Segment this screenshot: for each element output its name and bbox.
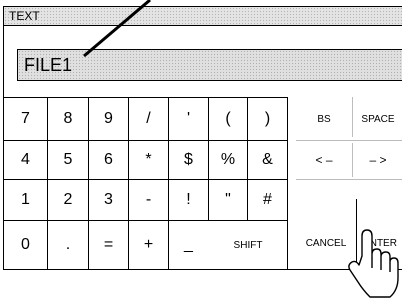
key-ampersand[interactable]: &: [248, 141, 287, 179]
key-double-quote[interactable]: ": [209, 180, 247, 220]
key-exclamation[interactable]: !: [169, 180, 208, 220]
key-plus[interactable]: +: [129, 221, 168, 269]
key-open-paren[interactable]: (: [209, 98, 247, 140]
keypad-bottom-border: [4, 269, 287, 270]
key-1[interactable]: 1: [4, 180, 47, 220]
key-9[interactable]: 9: [89, 98, 128, 140]
cursor-left-button[interactable]: < –: [296, 141, 352, 179]
text-input-value: FILE1: [24, 55, 73, 75]
cancel-button[interactable]: CANCEL: [296, 221, 356, 269]
space-button[interactable]: SPACE: [353, 98, 402, 140]
key-6[interactable]: 6: [89, 141, 128, 179]
key-8[interactable]: 8: [48, 98, 88, 140]
key-equals[interactable]: =: [89, 221, 128, 269]
keypad-right-border: [287, 97, 288, 269]
shift-button[interactable]: SHIFT: [209, 221, 287, 269]
backspace-button[interactable]: BS: [296, 98, 352, 140]
key-close-paren[interactable]: ): [248, 98, 287, 140]
dialog-titlebar: TEXT: [4, 7, 402, 26]
cursor-right-button[interactable]: – >: [353, 141, 402, 179]
key-4[interactable]: 4: [4, 141, 47, 179]
key-underscore[interactable]: _: [169, 221, 208, 269]
text-input-field[interactable]: FILE1: [17, 49, 402, 81]
key-0[interactable]: 0: [4, 221, 47, 269]
key-5[interactable]: 5: [48, 141, 88, 179]
key-dollar[interactable]: $: [169, 141, 208, 179]
key-asterisk[interactable]: *: [129, 141, 168, 179]
key-percent[interactable]: %: [209, 141, 247, 179]
key-7[interactable]: 7: [4, 98, 47, 140]
control-divider: [296, 179, 402, 180]
key-period[interactable]: .: [48, 221, 88, 269]
enter-button[interactable]: ENTER: [357, 221, 402, 269]
key-minus[interactable]: -: [129, 180, 168, 220]
dialog-title: TEXT: [9, 9, 40, 23]
key-apostrophe[interactable]: ': [169, 98, 208, 140]
key-slash[interactable]: /: [129, 98, 168, 140]
text-input-dialog: TEXT FILE1 7 8 9 / ' ( ) 4 5 6 * $ % & 1…: [3, 6, 402, 270]
key-hash[interactable]: #: [248, 180, 287, 220]
key-3[interactable]: 3: [89, 180, 128, 220]
key-2[interactable]: 2: [48, 180, 88, 220]
